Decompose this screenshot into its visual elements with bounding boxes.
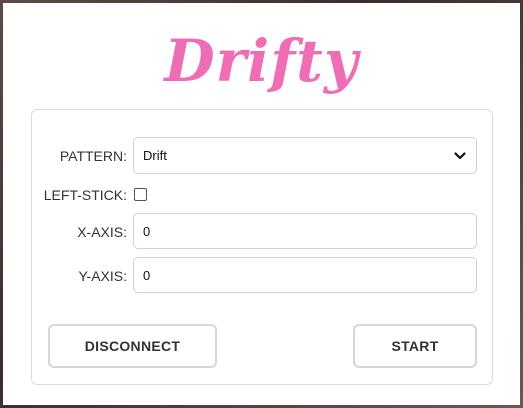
pattern-selected-value: Drift <box>143 148 167 163</box>
x-axis-input[interactable] <box>133 213 477 249</box>
chevron-down-icon <box>453 149 467 163</box>
left-stick-checkbox[interactable] <box>134 188 147 201</box>
start-button[interactable]: START <box>353 324 477 368</box>
disconnect-button[interactable]: DISCONNECT <box>48 324 217 368</box>
y-axis-label: Y-AXIS: <box>78 268 127 284</box>
app-logo: Drifty <box>164 27 359 95</box>
left-stick-label: LEFT-STICK: <box>43 187 127 203</box>
app-window: Drifty PATTERN: Drift LEFT-STICK: X-AXIS… <box>3 3 520 405</box>
x-axis-label: X-AXIS: <box>77 224 127 240</box>
controller-settings-card: PATTERN: Drift LEFT-STICK: X-AXIS: Y-AXI… <box>31 109 493 385</box>
y-axis-input[interactable] <box>133 257 477 293</box>
pattern-label: PATTERN: <box>59 148 127 164</box>
pattern-select[interactable]: Drift <box>133 137 477 174</box>
